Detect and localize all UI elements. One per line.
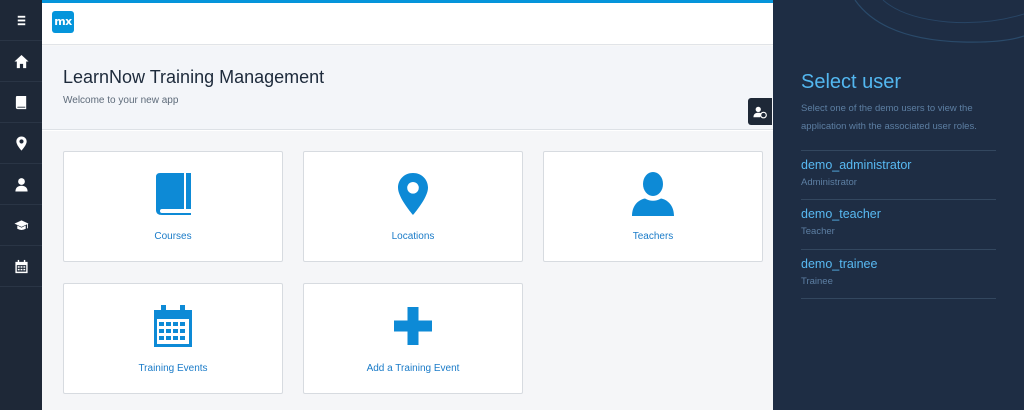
map-marker-icon	[15, 135, 27, 151]
top-bar: mx	[42, 3, 773, 45]
calendar-icon	[14, 259, 28, 273]
tile-label: Courses	[154, 231, 192, 242]
map-marker-icon	[398, 173, 428, 215]
panel-title: Select user	[801, 71, 902, 93]
sidebar-item-home[interactable]	[0, 41, 42, 82]
user-select-panel: Select user Select one of the demo users…	[773, 0, 1024, 410]
user-option-trainee[interactable]: demo_trainee Trainee	[801, 249, 996, 287]
user-option-teacher[interactable]: demo_teacher Teacher	[801, 199, 996, 237]
user-option-administrator[interactable]: demo_administrator Administrator	[801, 150, 996, 188]
sidebar-item-courses[interactable]	[0, 82, 42, 123]
user-icon	[632, 172, 674, 216]
user-role: Trainee	[801, 276, 833, 287]
calendar-icon	[154, 305, 192, 347]
user-role: Teacher	[801, 226, 835, 237]
plus-icon	[394, 307, 432, 345]
sidebar	[0, 0, 42, 410]
user-name[interactable]: demo_administrator	[801, 158, 996, 172]
sidebar-item-locations[interactable]	[0, 123, 42, 164]
page-title: LearnNow Training Management	[63, 67, 325, 87]
app-logo[interactable]: mx	[52, 11, 74, 33]
tile-courses[interactable]: Courses	[63, 151, 283, 262]
user-role: Administrator	[801, 177, 857, 188]
menu-icon	[17, 15, 25, 25]
page-header: LearnNow Training Management Welcome to …	[42, 46, 773, 130]
user-name[interactable]: demo_teacher	[801, 207, 996, 221]
tile-training-events[interactable]: Training Events	[63, 283, 283, 394]
tile-add-training-event[interactable]: Add a Training Event	[303, 283, 523, 394]
home-icon	[13, 54, 29, 68]
dashboard-content: Courses Locations Teachers Training Even…	[42, 131, 773, 410]
app-window: mx LearnNow Training Management Welcome …	[0, 0, 1024, 410]
role-selector-toggle[interactable]	[748, 98, 772, 125]
user-name[interactable]: demo_trainee	[801, 257, 996, 271]
tile-label: Teachers	[632, 231, 674, 242]
graduation-cap-icon	[13, 219, 29, 230]
panel-description: Select one of the demo users to view the…	[801, 103, 977, 132]
tile-locations[interactable]: Locations	[303, 151, 523, 262]
user-icon	[14, 177, 28, 192]
sidebar-item-training-events[interactable]	[0, 246, 42, 287]
tile-label: Locations	[391, 231, 435, 242]
sidebar-item-trainees[interactable]	[0, 205, 42, 246]
user-switch-icon	[753, 106, 767, 118]
divider	[801, 298, 996, 299]
page-subtitle: Welcome to your new app	[63, 95, 179, 106]
book-icon	[15, 95, 26, 109]
tile-label: Add a Training Event	[366, 363, 460, 374]
tile-label: Training Events	[138, 363, 208, 374]
main-area: mx LearnNow Training Management Welcome …	[42, 0, 773, 410]
book-icon	[156, 173, 191, 215]
decorative-arcs	[854, 0, 1024, 43]
sidebar-toggle[interactable]	[0, 0, 42, 41]
tile-teachers[interactable]: Teachers	[543, 151, 763, 262]
sidebar-item-teachers[interactable]	[0, 164, 42, 205]
